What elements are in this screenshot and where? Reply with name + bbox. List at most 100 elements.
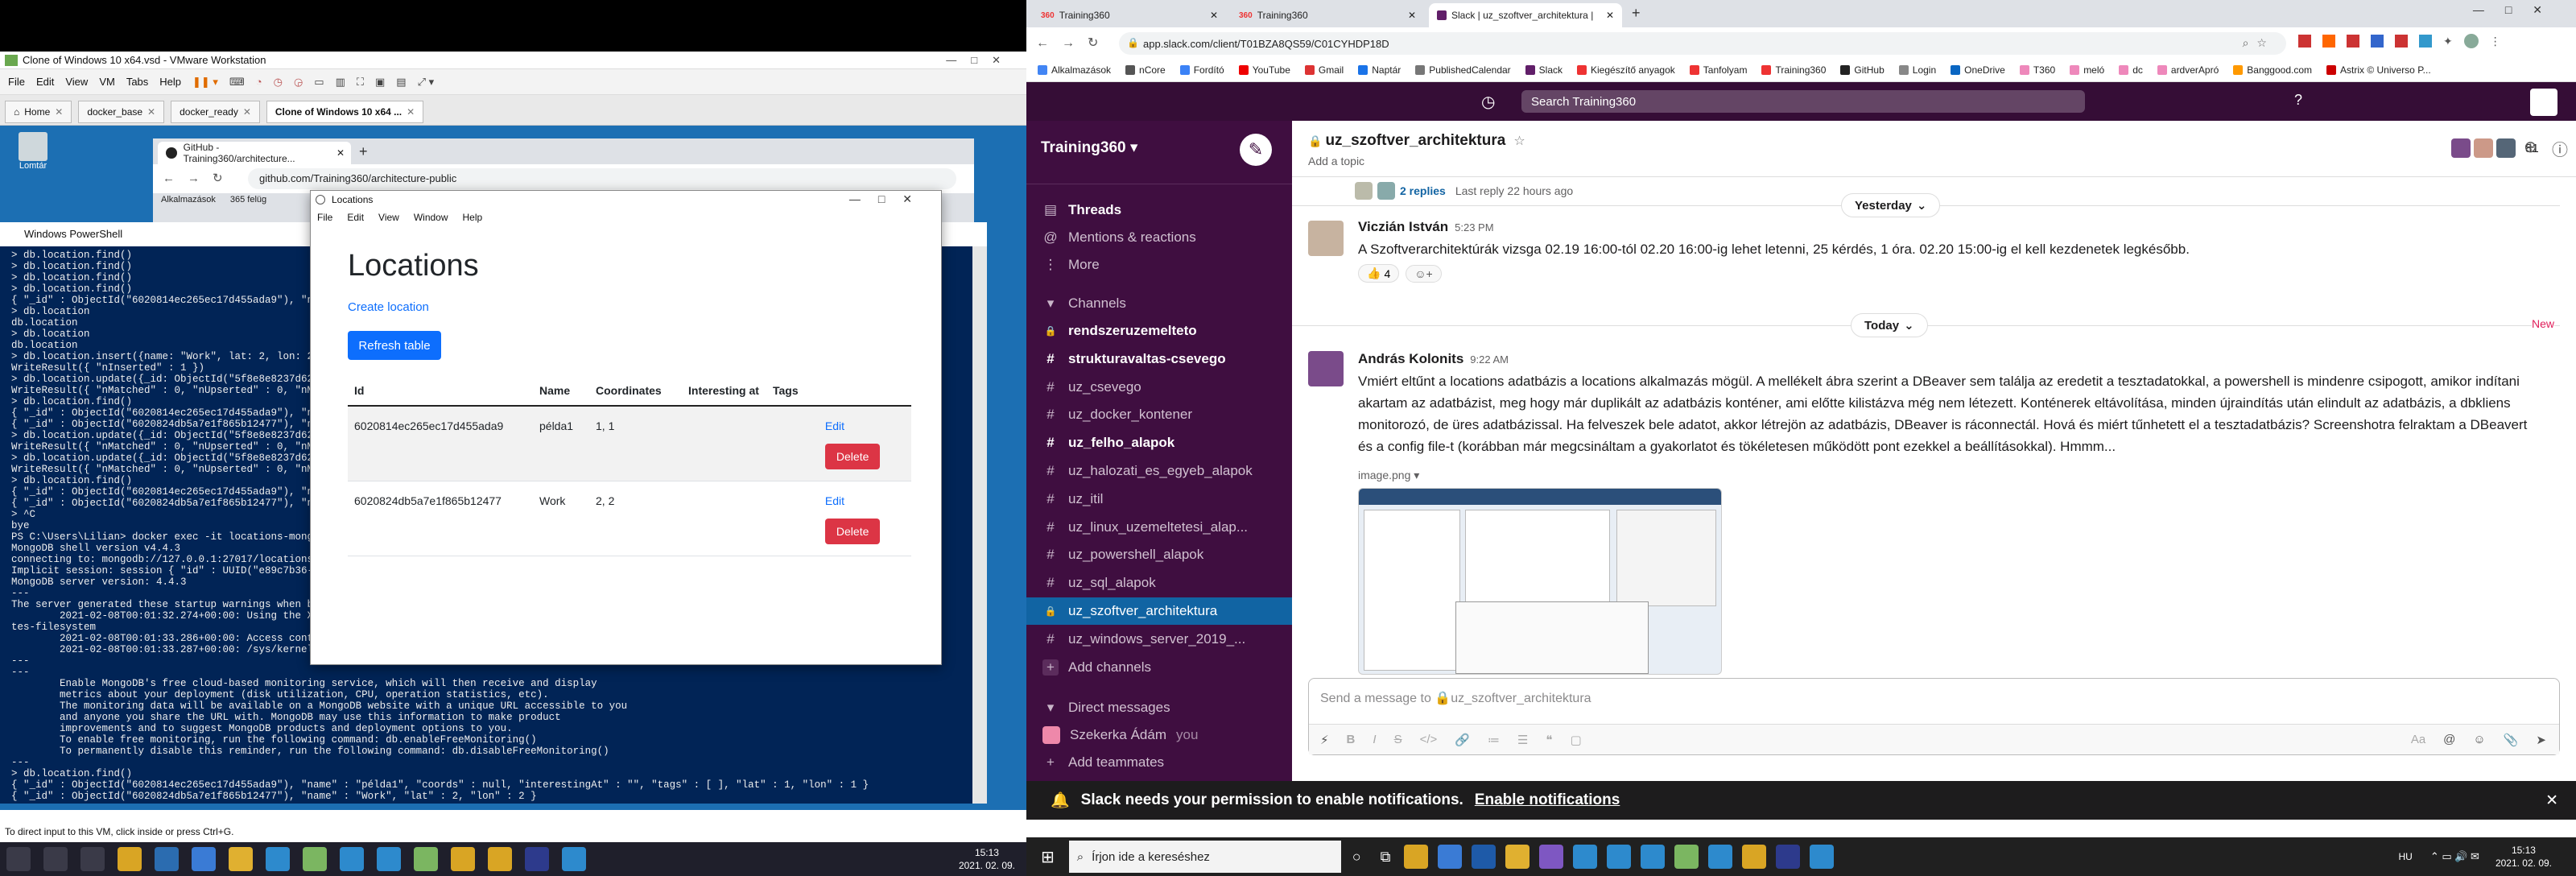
library-icon[interactable]: ▭	[314, 76, 324, 89]
add-teammates[interactable]: + Add teammates	[1026, 749, 1292, 776]
app-icon[interactable]	[1707, 845, 1732, 869]
tray-icons[interactable]: ⌃ ▭ 🔊 ✉	[2430, 850, 2479, 863]
sidebar-item-channel[interactable]: # strukturavaltas-csevego	[1026, 345, 1292, 373]
menu-help[interactable]: Help	[159, 76, 181, 88]
bookmark-item[interactable]: T360	[2019, 64, 2055, 76]
nav-icons[interactable]: ←→↻	[1036, 35, 1111, 51]
bookmark-item[interactable]: Naptár	[1358, 64, 1401, 76]
slack-search[interactable]: Search Training360	[1521, 90, 2085, 113]
chrome-tab-slack[interactable]: Slack | uz_szoftver_architektura | ✕	[1429, 3, 1622, 27]
attachment-header[interactable]: image.png ▾	[1358, 469, 1419, 482]
delete-button[interactable]: Delete	[824, 444, 881, 469]
channels-header[interactable]: ▾ Channels	[1026, 290, 1292, 317]
bookmark-item[interactable]: Login	[1898, 64, 1936, 76]
attachment-image[interactable]	[1358, 488, 1722, 675]
bookmark-item[interactable]: YouTube	[1238, 64, 1290, 76]
bookmark-item[interactable]: Banggood.com	[2233, 64, 2312, 76]
bullet-list-icon[interactable]: ☰	[1517, 733, 1528, 747]
app-icon[interactable]	[1437, 845, 1462, 869]
host-clock[interactable]: 15:13 2021. 02. 09.	[2496, 844, 2552, 870]
sidebar-item-channel[interactable]: # uz_powershell_alapok	[1026, 541, 1292, 568]
app-icon[interactable]	[1538, 845, 1563, 869]
dm-header[interactable]: ▾ Direct messages	[1026, 694, 1292, 721]
menu-window[interactable]: Window	[414, 212, 448, 223]
start-icon[interactable]	[6, 847, 31, 871]
add-topic[interactable]: Add a topic	[1308, 155, 1364, 167]
recycle-bin[interactable]: Lomtár	[13, 132, 53, 171]
menu-edit[interactable]: Edit	[36, 76, 54, 88]
blockquote-icon[interactable]: ❝	[1546, 733, 1552, 747]
window-controls[interactable]: —□✕	[849, 192, 930, 206]
close-icon[interactable]: ✕	[336, 147, 345, 159]
fullscreen-icon[interactable]: ⛶	[357, 76, 364, 89]
extension-icon[interactable]	[2395, 35, 2408, 48]
unity-icon[interactable]: ▣	[375, 76, 385, 89]
bookmark-item[interactable]: PublishedCalendar	[1415, 64, 1511, 76]
bookmark-item[interactable]: Slack	[1525, 64, 1563, 76]
app-icon[interactable]	[1572, 845, 1597, 869]
extension-icon[interactable]	[2322, 35, 2335, 48]
guest-address-bar[interactable]: github.com/Training360/architecture-publ…	[248, 168, 956, 189]
bookmark-item[interactable]: OneDrive	[1951, 64, 2005, 76]
bookmark-item[interactable]: Fordító	[1179, 64, 1224, 76]
pause-icon[interactable]: ❚❚ ▾	[192, 76, 218, 89]
powershell-scrollbar[interactable]	[972, 246, 987, 804]
app-icon[interactable]	[1674, 845, 1699, 869]
start-icon[interactable]: ⊞	[1041, 847, 1055, 867]
app-icon[interactable]	[1471, 845, 1496, 869]
info-icon[interactable]: ⓘ	[2552, 137, 2568, 160]
enable-notifications-link[interactable]: Enable notifications	[1475, 791, 1620, 809]
close-icon[interactable]: ✕	[407, 106, 415, 118]
app-icon[interactable]	[414, 847, 438, 871]
italic-icon[interactable]: I	[1373, 733, 1376, 746]
menu-icon[interactable]: ⋮	[2490, 35, 2501, 48]
sidebar-item-channel[interactable]: 🔒 rendszeruzemelteto	[1026, 317, 1292, 345]
stretch-icon[interactable]: ⤢ ▾	[418, 76, 435, 89]
extension-icon[interactable]	[2298, 35, 2311, 48]
code-block-icon[interactable]: ▢	[1570, 733, 1581, 747]
app-icon[interactable]	[266, 847, 290, 871]
shortcuts-icon[interactable]: ⚡	[1320, 733, 1329, 747]
close-icon[interactable]: ✕	[1408, 10, 1416, 21]
star-icon[interactable]: ☆	[1513, 133, 1525, 149]
menu-view[interactable]: View	[378, 212, 399, 223]
explorer-icon[interactable]	[1403, 845, 1428, 869]
sidebar-item-channel[interactable]: # uz_itil	[1026, 486, 1292, 513]
date-pill-today[interactable]: Today ⌄	[1851, 313, 1928, 337]
app-icon[interactable]	[1809, 845, 1834, 869]
avatar[interactable]	[1308, 351, 1344, 386]
code-icon[interactable]: </>	[1420, 733, 1438, 746]
photoshop-icon[interactable]	[525, 847, 549, 871]
close-icon[interactable]: ✕	[55, 106, 63, 118]
taskview-icon[interactable]: ⧉	[1381, 849, 1391, 866]
tab-home[interactable]: ⌂ Home ✕	[5, 101, 72, 123]
menu-view[interactable]: View	[65, 76, 88, 88]
message-composer[interactable]: Send a message to 🔒uz_szoftver_architekt…	[1308, 678, 2560, 755]
bookmark-item[interactable]: Alkalmazások	[1038, 64, 1111, 76]
bookmark-item[interactable]: ardverApró	[2157, 64, 2219, 76]
thumbnail-icon[interactable]: ▥	[336, 76, 345, 89]
sidebar-item-channel[interactable]: # uz_halozati_es_egyeb_alapok	[1026, 457, 1292, 485]
sidebar-item-mentions[interactable]: @ Mentions & reactions	[1026, 224, 1292, 251]
delete-button[interactable]: Delete	[824, 519, 881, 544]
message-time[interactable]: 5:23 PM	[1455, 221, 1493, 233]
omnibox-icons[interactable]: ⌕☆	[2243, 36, 2275, 50]
maximize-icon[interactable]: □	[971, 54, 992, 66]
sidebar-item-threads[interactable]: ▤ Threads	[1026, 196, 1292, 224]
profile-avatar[interactable]	[2463, 34, 2479, 48]
bookmark-apps[interactable]: Alkalmazások	[161, 195, 216, 205]
tab-docker-ready[interactable]: docker_ready ✕	[171, 101, 260, 123]
taskbar-search[interactable]: ⌕ Írjon ide a kereséshez	[1068, 841, 1341, 873]
chrome-icon[interactable]	[229, 847, 253, 871]
guest-clock[interactable]: 15:13 2021. 02. 09.	[959, 846, 1015, 872]
sidebar-item-more[interactable]: ⋮ More	[1026, 251, 1292, 279]
mention-icon[interactable]: @	[2443, 733, 2455, 746]
app-icon[interactable]	[562, 847, 586, 871]
console-icon[interactable]: ▤	[396, 76, 406, 89]
nav-icons[interactable]: ←→↻	[163, 171, 236, 185]
app-icon[interactable]	[192, 847, 216, 871]
strike-icon[interactable]: S	[1394, 733, 1402, 746]
sidebar-item-channel[interactable]: 🔒 uz_szoftver_architektura	[1026, 597, 1292, 625]
bookmark-item[interactable]: nCore	[1125, 64, 1166, 76]
link-icon[interactable]: 🔗	[1455, 733, 1470, 747]
